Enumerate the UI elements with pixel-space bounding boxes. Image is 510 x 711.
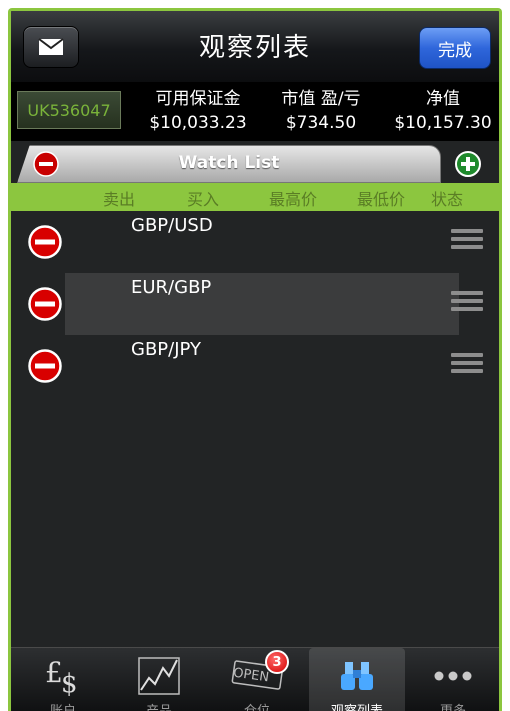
table-row[interactable]: GBP/JPY bbox=[11, 335, 499, 397]
net-value: 净值 $10,157.30 bbox=[387, 87, 499, 135]
tab-more[interactable]: 更多 bbox=[405, 648, 499, 711]
column-high[interactable]: 最高价 bbox=[269, 186, 317, 210]
column-sell[interactable]: 卖出 bbox=[103, 186, 135, 210]
tab-products[interactable]: 产品 bbox=[111, 648, 207, 711]
metric-value: $10,157.30 bbox=[394, 113, 492, 133]
table-row[interactable]: GBP/USD bbox=[11, 211, 499, 273]
row-highlight bbox=[65, 273, 459, 335]
metric-value: $734.50 bbox=[285, 113, 357, 133]
remove-list-icon[interactable] bbox=[33, 151, 59, 177]
market-value-pl: 市值 盈/亏 $734.50 bbox=[263, 87, 379, 135]
delete-row-icon[interactable] bbox=[28, 225, 62, 259]
tab-watchlist[interactable]: 观察列表 bbox=[309, 648, 405, 711]
watchlist-tab-bar: Watch List bbox=[11, 141, 499, 183]
column-low[interactable]: 最低价 bbox=[357, 186, 405, 210]
more-dots-icon bbox=[434, 671, 472, 681]
column-header: 卖出 买入 最高价 最低价 状态 bbox=[11, 183, 499, 211]
row-symbol: GBP/USD bbox=[131, 215, 213, 236]
tab-label: 产品 bbox=[111, 700, 207, 711]
account-id[interactable]: UK536047 bbox=[17, 91, 121, 129]
svg-text:$: $ bbox=[61, 669, 78, 698]
app-screen: 观察列表 完成 UK536047 可用保证金 $10,033.23 市值 盈/亏… bbox=[8, 8, 502, 711]
delete-row-icon[interactable] bbox=[28, 349, 62, 383]
tab-account[interactable]: £ $ 账户 bbox=[15, 648, 111, 711]
positions-count-badge: 3 bbox=[265, 650, 289, 674]
row-symbol: EUR/GBP bbox=[131, 277, 212, 298]
tab-label: 更多 bbox=[405, 700, 499, 711]
account-summary: UK536047 可用保证金 $10,033.23 市值 盈/亏 $734.50… bbox=[11, 83, 499, 141]
available-margin: 可用保证金 $10,033.23 bbox=[139, 87, 257, 135]
tab-label: 账户 bbox=[15, 700, 111, 711]
column-buy[interactable]: 买入 bbox=[187, 186, 219, 210]
add-list-icon[interactable] bbox=[455, 151, 481, 177]
bottom-tab-bar: £ $ 账户 产品 OPEN 3 仓位 bbox=[11, 647, 499, 711]
chart-icon bbox=[138, 657, 180, 695]
tab-label: 仓位 bbox=[209, 700, 305, 711]
tab-label: 观察列表 bbox=[309, 700, 405, 711]
metric-value: $10,033.23 bbox=[149, 113, 247, 133]
binoculars-icon bbox=[341, 662, 373, 690]
currency-icon: £ $ bbox=[45, 656, 78, 699]
metric-label: 净值 bbox=[426, 89, 460, 109]
reorder-handle-icon[interactable] bbox=[451, 291, 483, 315]
nav-bar: 观察列表 完成 bbox=[11, 11, 499, 83]
row-symbol: GBP/JPY bbox=[131, 339, 201, 360]
reorder-handle-icon[interactable] bbox=[451, 353, 483, 377]
delete-row-icon[interactable] bbox=[28, 287, 62, 321]
metric-label: 市值 盈/亏 bbox=[281, 89, 361, 109]
table-row[interactable]: EUR/GBP bbox=[11, 273, 499, 335]
metric-label: 可用保证金 bbox=[155, 89, 241, 109]
done-button[interactable]: 完成 bbox=[419, 27, 491, 69]
reorder-handle-icon[interactable] bbox=[451, 229, 483, 253]
tab-positions[interactable]: OPEN 3 仓位 bbox=[209, 648, 305, 711]
watchlist-title: Watch List bbox=[178, 153, 280, 173]
column-status[interactable]: 状态 bbox=[431, 186, 463, 210]
